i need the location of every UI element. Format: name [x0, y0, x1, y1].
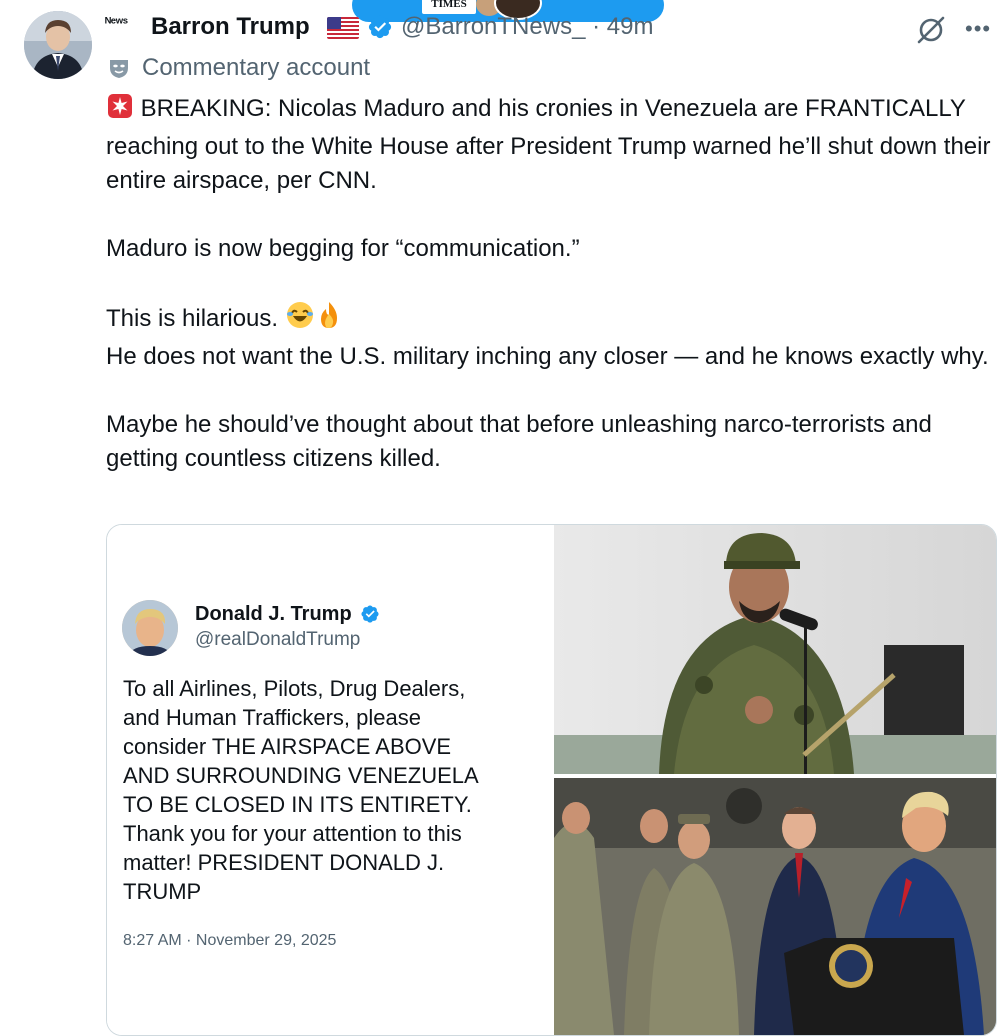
embedded-author-name: Donald J. Trump — [195, 603, 352, 625]
photo-podium-event[interactable] — [554, 778, 996, 1035]
avatar[interactable] — [24, 11, 92, 79]
fire-emoji — [315, 300, 343, 340]
tweet-text: BREAKING: Nicolas Maduro and his cronies… — [106, 92, 996, 476]
mask-icon — [107, 56, 131, 80]
laughing-emoji — [285, 300, 315, 340]
embedded-avatar — [122, 600, 178, 656]
verified-badge-icon — [360, 604, 380, 624]
embedded-post-text: To all Airlines, Pilots, Drug Dealers, a… — [123, 676, 479, 904]
grok-icon[interactable] — [915, 14, 947, 46]
more-icon[interactable]: ••• — [965, 18, 991, 40]
pill-logo: TIMES — [422, 0, 476, 14]
siren-emoji — [106, 92, 134, 130]
author-handle[interactable]: @BarronTNews_ · 49m — [401, 13, 653, 41]
embedded-author-handle: @realDonaldTrump — [195, 629, 361, 650]
embedded-post-image[interactable]: Donald J. Trump @realDonaldTrump To all … — [107, 525, 552, 1035]
tweet-text-part2: He does not want the U.S. military inchi… — [106, 343, 989, 472]
embedded-post-timestamp: 8:27 AM · November 29, 2025 — [123, 932, 337, 949]
news-badge: ᴺᵉʷˢ — [105, 14, 128, 30]
commentary-label: Commentary account — [142, 54, 371, 81]
tweet-text-part1: BREAKING: Nicolas Maduro and his cronies… — [106, 95, 991, 332]
verified-badge-icon — [367, 14, 393, 40]
photo-military-speaker[interactable] — [554, 525, 996, 774]
author-name[interactable]: Barron Trump — [151, 13, 310, 41]
media-grid[interactable]: Donald J. Trump @realDonaldTrump To all … — [106, 524, 997, 1036]
us-flag-icon — [327, 17, 359, 39]
